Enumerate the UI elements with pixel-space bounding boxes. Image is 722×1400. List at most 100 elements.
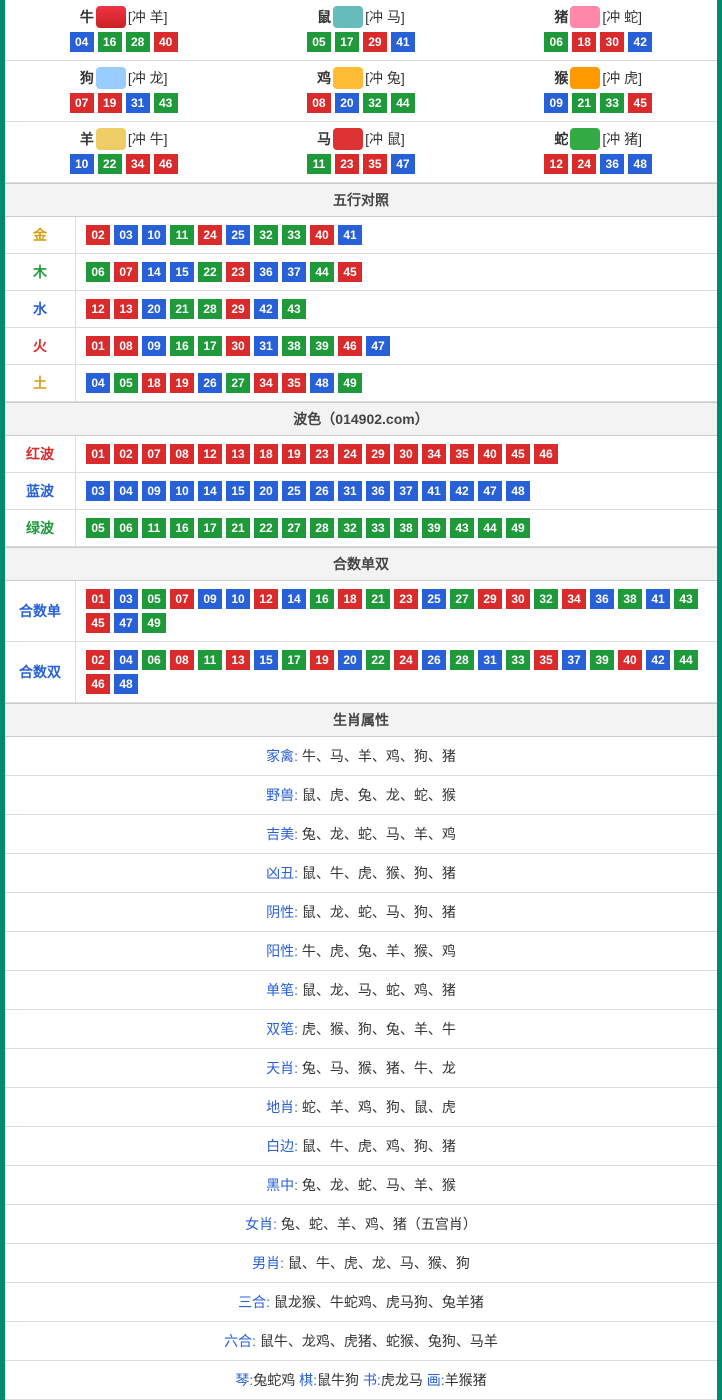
number-ball: 18 — [254, 444, 278, 464]
zodiac-balls: 07193143 — [5, 93, 242, 113]
attr-key: 白边: — [266, 1138, 298, 1154]
number-ball: 22 — [366, 650, 390, 670]
number-ball: 31 — [478, 650, 502, 670]
zodiac-conflict: [冲 羊] — [128, 7, 168, 27]
number-ball: 35 — [363, 154, 387, 174]
zodiac-name: 羊 — [80, 129, 94, 149]
number-ball: 28 — [126, 32, 150, 52]
number-ball: 47 — [391, 154, 415, 174]
number-ball: 05 — [307, 32, 331, 52]
number-ball: 23 — [335, 154, 359, 174]
row-label: 火 — [5, 328, 76, 365]
fourarts-value: 羊猴猪 — [445, 1372, 487, 1388]
zodiac-balls: 10223446 — [5, 154, 242, 174]
number-ball: 24 — [338, 444, 362, 464]
attr-key: 六合: — [224, 1333, 256, 1349]
fourarts-key: 棋: — [299, 1372, 317, 1388]
attr-value: 兔、龙、蛇、马、羊、鸡 — [298, 826, 456, 842]
section-title-heshu: 合数单双 — [5, 547, 717, 581]
number-ball: 35 — [450, 444, 474, 464]
number-ball: 02 — [114, 444, 138, 464]
number-ball: 41 — [646, 589, 670, 609]
attr-row: 男肖: 鼠、牛、虎、龙、马、猴、狗 — [5, 1244, 717, 1283]
zodiac-icon — [96, 128, 126, 150]
table-row: 木06071415222336374445 — [5, 254, 717, 291]
number-ball: 46 — [338, 336, 362, 356]
attr-row: 单笔: 鼠、龙、马、蛇、鸡、猪 — [5, 971, 717, 1010]
row-label: 绿波 — [5, 510, 76, 547]
number-ball: 43 — [674, 589, 698, 609]
number-ball: 19 — [282, 444, 306, 464]
number-ball: 16 — [98, 32, 122, 52]
attr-value: 鼠、龙、蛇、马、狗、猪 — [298, 904, 456, 920]
number-ball: 25 — [422, 589, 446, 609]
number-ball: 29 — [478, 589, 502, 609]
number-ball: 22 — [198, 262, 222, 282]
zodiac-icon — [333, 128, 363, 150]
attr-key: 双笔: — [266, 1021, 298, 1037]
zodiac-balls: 12243648 — [480, 154, 717, 174]
number-ball: 08 — [114, 336, 138, 356]
number-ball: 27 — [282, 518, 306, 538]
zodiac-conflict: [冲 兔] — [365, 68, 405, 88]
number-ball: 23 — [310, 444, 334, 464]
number-ball: 28 — [450, 650, 474, 670]
number-ball: 31 — [126, 93, 150, 113]
number-ball: 38 — [618, 589, 642, 609]
zodiac-cell: 马[冲 鼠]11233547 — [242, 122, 479, 183]
number-ball: 03 — [114, 589, 138, 609]
number-ball: 32 — [363, 93, 387, 113]
fourarts-key: 画: — [427, 1372, 445, 1388]
number-ball: 47 — [114, 613, 138, 633]
page-wrap: 牛[冲 羊]04162840鼠[冲 马]05172941猪[冲 蛇]061830… — [0, 0, 722, 1400]
number-ball: 33 — [366, 518, 390, 538]
row-balls: 05061116172122272832333839434449 — [76, 510, 718, 547]
zodiac-balls: 09213345 — [480, 93, 717, 113]
number-ball: 09 — [142, 336, 166, 356]
zodiac-balls: 04162840 — [5, 32, 242, 52]
fourarts-key: 书: — [363, 1372, 381, 1388]
attr-key: 凶丑: — [266, 865, 298, 881]
number-ball: 42 — [628, 32, 652, 52]
number-ball: 49 — [338, 373, 362, 393]
number-ball: 35 — [534, 650, 558, 670]
number-ball: 20 — [142, 299, 166, 319]
number-ball: 43 — [154, 93, 178, 113]
number-ball: 24 — [572, 154, 596, 174]
zodiac-conflict: [冲 猪] — [602, 129, 642, 149]
attr-row: 双笔: 虎、猴、狗、兔、羊、牛 — [5, 1010, 717, 1049]
number-ball: 17 — [198, 336, 222, 356]
zodiac-icon — [570, 67, 600, 89]
row-balls: 06071415222336374445 — [76, 254, 718, 291]
number-ball: 32 — [534, 589, 558, 609]
zodiac-balls: 06183042 — [480, 32, 717, 52]
number-ball: 29 — [226, 299, 250, 319]
row-label: 合数双 — [5, 642, 76, 703]
number-ball: 41 — [338, 225, 362, 245]
attr-row: 地肖: 蛇、羊、鸡、狗、鼠、虎 — [5, 1088, 717, 1127]
number-ball: 42 — [450, 481, 474, 501]
zodiac-balls: 05172941 — [242, 32, 479, 52]
number-ball: 12 — [544, 154, 568, 174]
row-label: 木 — [5, 254, 76, 291]
row-balls: 0204060811131517192022242628313335373940… — [76, 642, 718, 703]
number-ball: 19 — [310, 650, 334, 670]
number-ball: 28 — [198, 299, 222, 319]
number-ball: 27 — [226, 373, 250, 393]
number-ball: 02 — [86, 650, 110, 670]
zodiac-cell: 羊[冲 牛]10223446 — [5, 122, 242, 183]
number-ball: 40 — [478, 444, 502, 464]
number-ball: 34 — [562, 589, 586, 609]
number-ball: 01 — [86, 444, 110, 464]
attr-row: 天肖: 兔、马、猴、猪、牛、龙 — [5, 1049, 717, 1088]
attr-key: 吉美: — [266, 826, 298, 842]
number-ball: 28 — [310, 518, 334, 538]
number-ball: 45 — [86, 613, 110, 633]
number-ball: 37 — [562, 650, 586, 670]
number-ball: 04 — [86, 373, 110, 393]
number-ball: 12 — [198, 444, 222, 464]
attr-row: 白边: 鼠、牛、虎、鸡、狗、猪 — [5, 1127, 717, 1166]
attr-row: 凶丑: 鼠、牛、虎、猴、狗、猪 — [5, 854, 717, 893]
number-ball: 17 — [282, 650, 306, 670]
zodiac-icon — [570, 6, 600, 28]
